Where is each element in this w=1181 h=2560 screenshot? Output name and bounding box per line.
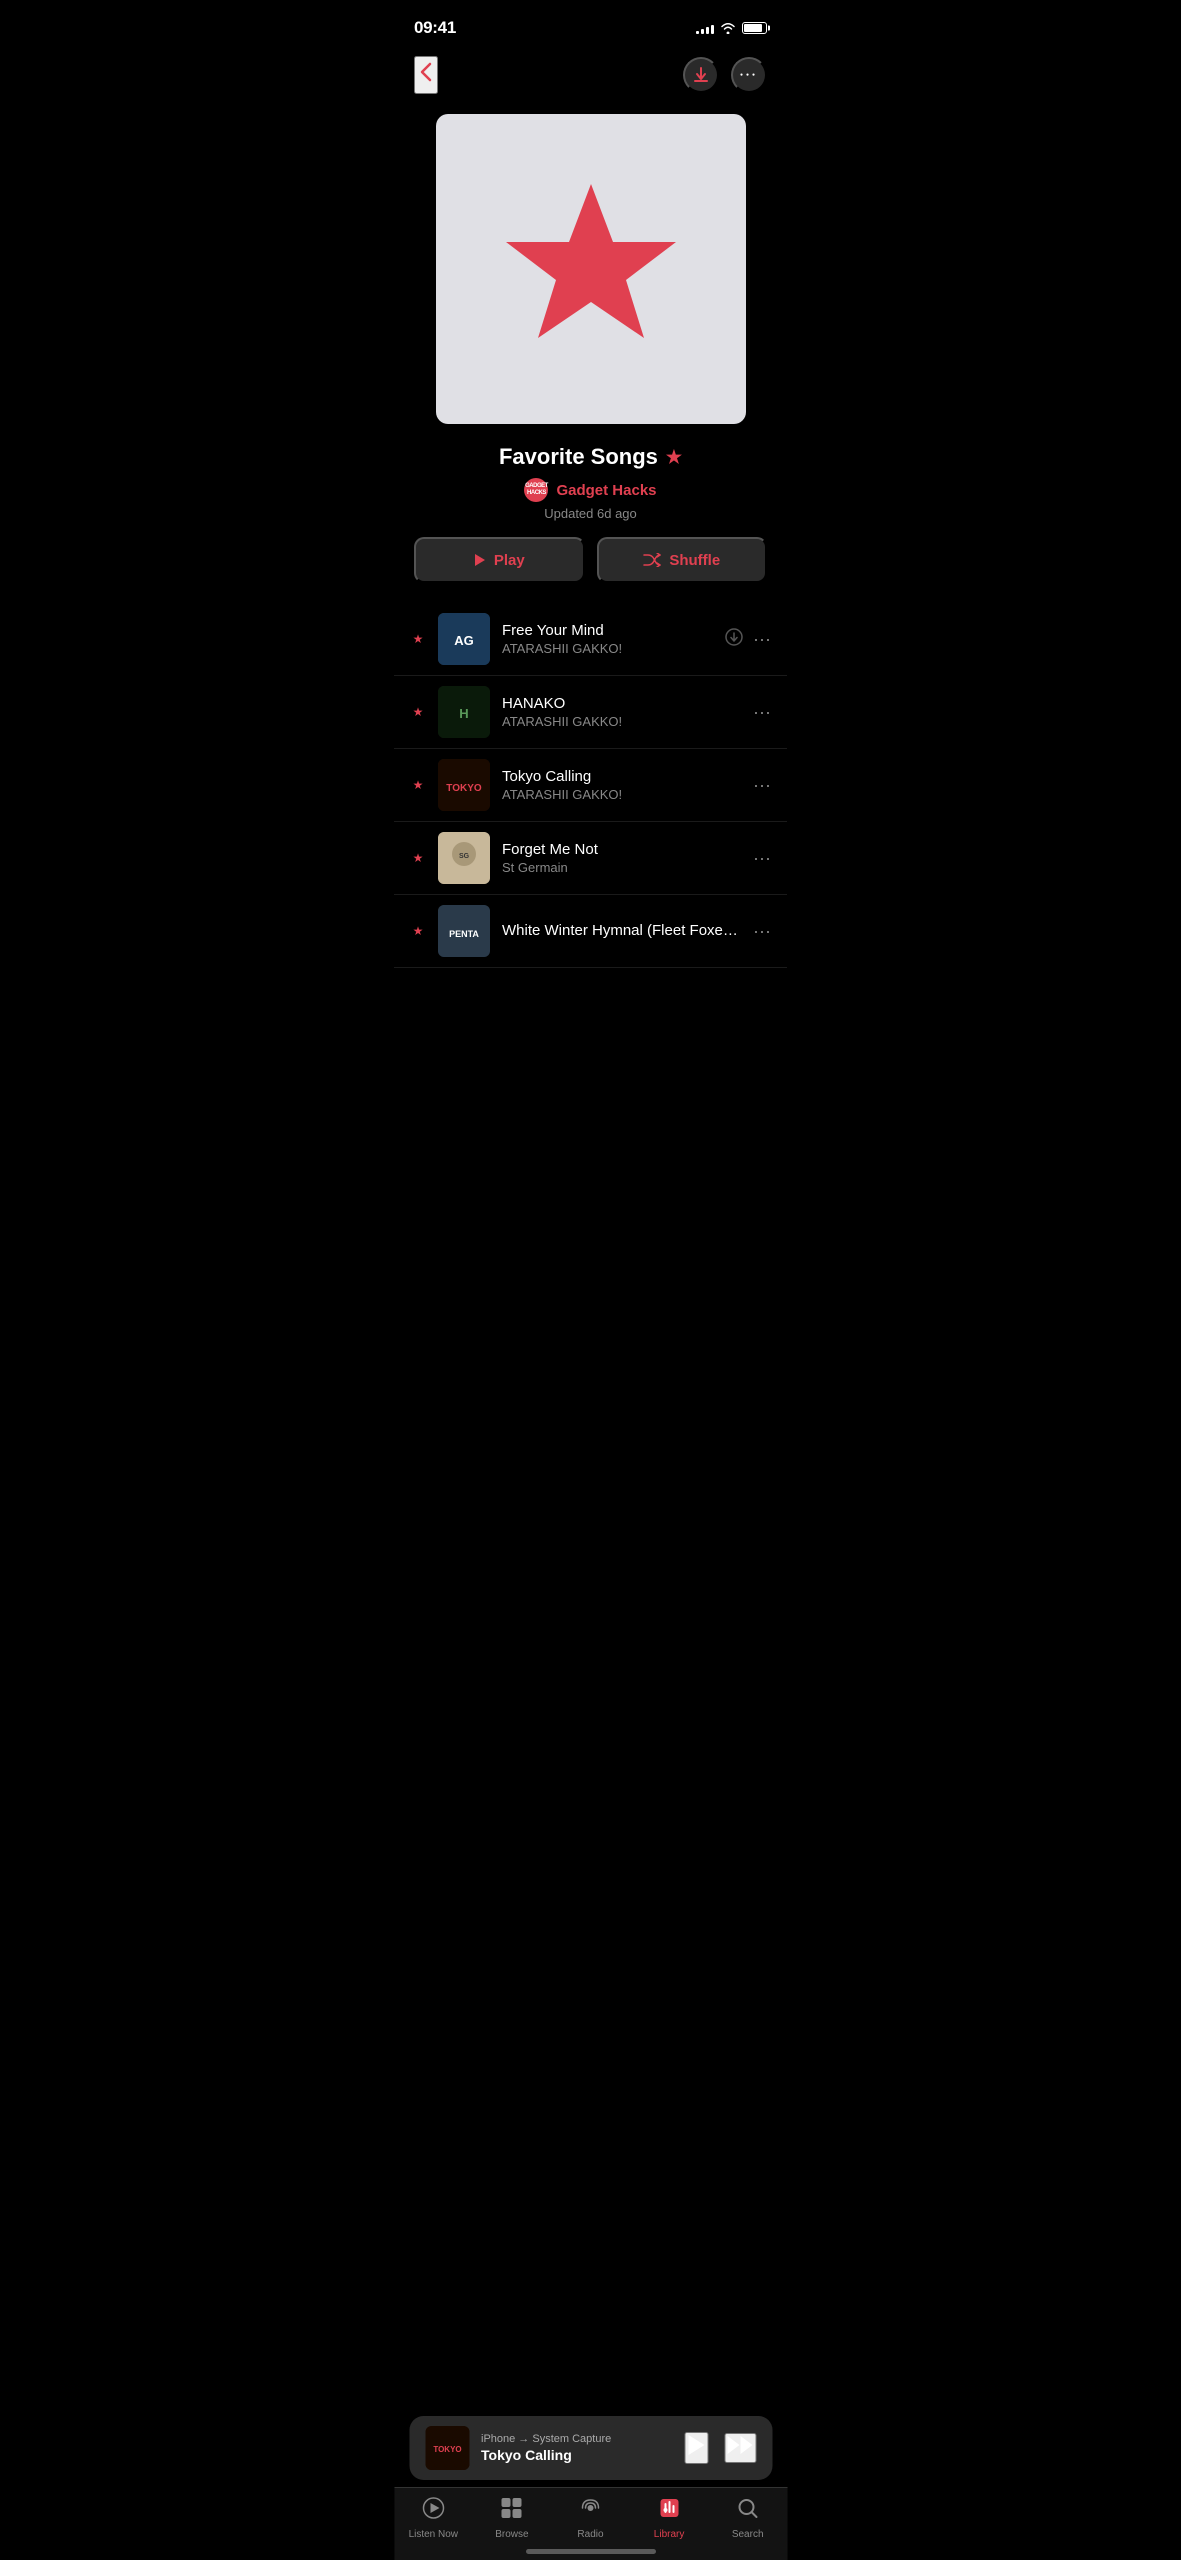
library-icon	[657, 2496, 681, 2526]
nav-actions: ●●●	[683, 57, 767, 93]
table-row[interactable]: ★ SG Forget Me Not St Germain ···	[394, 822, 787, 895]
svg-text:SG: SG	[459, 853, 470, 860]
playlist-star-icon: ★	[666, 447, 682, 468]
search-icon	[736, 2496, 760, 2526]
status-bar: 09:41	[394, 0, 787, 48]
battery-icon	[742, 22, 767, 34]
table-row[interactable]: ★ H HANAKO ATARASHII GAKKO! ···	[394, 676, 787, 749]
song-actions: ···	[753, 848, 771, 869]
album-art	[436, 114, 746, 424]
author-name[interactable]: Gadget Hacks	[556, 482, 656, 499]
song-info: HANAKO ATARASHII GAKKO!	[502, 695, 741, 729]
song-list: ★ AG Free Your Mind ATARASHII GAKKO! ···…	[394, 603, 787, 968]
tab-search[interactable]: Search	[718, 2496, 778, 2540]
song-download-icon[interactable]	[725, 628, 743, 651]
song-more-icon[interactable]: ···	[753, 848, 771, 869]
song-star-icon: ★	[410, 778, 426, 792]
tab-browse[interactable]: Browse	[482, 2496, 542, 2540]
svg-text:H: H	[459, 706, 468, 721]
song-info: White Winter Hymnal (Fleet Foxes Cover)	[502, 922, 741, 941]
song-more-icon[interactable]: ···	[753, 702, 771, 723]
song-info: Tokyo Calling ATARASHII GAKKO!	[502, 768, 741, 802]
back-button[interactable]	[414, 56, 438, 94]
song-actions: ···	[725, 628, 771, 651]
playlist-updated: Updated 6d ago	[414, 506, 767, 521]
tab-browse-label: Browse	[495, 2529, 528, 2540]
song-more-icon[interactable]: ···	[753, 629, 771, 650]
song-actions: ···	[753, 921, 771, 942]
song-thumbnail: PENTA	[438, 905, 490, 957]
listen-now-icon	[421, 2496, 445, 2526]
mini-player[interactable]: TOKYO iPhone → System Capture Tokyo Call…	[409, 2416, 772, 2480]
song-artist: ATARASHII GAKKO!	[502, 714, 741, 729]
song-more-icon[interactable]: ···	[753, 921, 771, 942]
star-artwork	[491, 174, 691, 364]
song-artist: ATARASHII GAKKO!	[502, 641, 713, 656]
shuffle-button[interactable]: Shuffle	[597, 537, 768, 583]
song-more-icon[interactable]: ···	[753, 775, 771, 796]
tab-listen-now-label: Listen Now	[409, 2529, 458, 2540]
tab-radio[interactable]: Radio	[560, 2496, 620, 2540]
author-badge: GADGETHACKS	[524, 478, 548, 502]
more-options-button[interactable]: ●●●	[731, 57, 767, 93]
song-thumbnail: TOKYO	[438, 759, 490, 811]
tab-library[interactable]: Library	[639, 2496, 699, 2540]
table-row[interactable]: ★ PENTA White Winter Hymnal (Fleet Foxes…	[394, 895, 787, 968]
album-art-container	[394, 102, 787, 440]
song-thumbnail: AG	[438, 613, 490, 665]
nav-bar: ●●●	[394, 48, 787, 102]
song-title: Free Your Mind	[502, 622, 713, 639]
song-artist: St Germain	[502, 860, 741, 875]
download-button[interactable]	[683, 57, 719, 93]
song-artist: ATARASHII GAKKO!	[502, 787, 741, 802]
status-icons	[696, 22, 767, 34]
song-info: Free Your Mind ATARASHII GAKKO!	[502, 622, 713, 656]
signal-icon	[696, 22, 714, 34]
action-buttons: Play Shuffle	[394, 537, 787, 603]
song-info: Forget Me Not St Germain	[502, 841, 741, 875]
song-star-icon: ★	[410, 632, 426, 646]
song-star-icon: ★	[410, 924, 426, 938]
mini-player-controls	[684, 2432, 756, 2464]
song-title: Tokyo Calling	[502, 768, 741, 785]
radio-icon	[578, 2496, 602, 2526]
tab-library-label: Library	[654, 2529, 685, 2540]
playlist-title: Favorite Songs ★	[414, 444, 767, 470]
song-title: Forget Me Not	[502, 841, 741, 858]
home-indicator	[526, 2549, 656, 2554]
table-row[interactable]: ★ TOKYO Tokyo Calling ATARASHII GAKKO! ·…	[394, 749, 787, 822]
mini-player-thumbnail: TOKYO	[425, 2426, 469, 2470]
tab-search-label: Search	[732, 2529, 764, 2540]
song-title: White Winter Hymnal (Fleet Foxes Cover)	[502, 922, 741, 939]
playlist-author: GADGETHACKS Gadget Hacks	[414, 478, 767, 502]
mini-player-title: Tokyo Calling	[481, 2447, 672, 2463]
song-actions: ···	[753, 702, 771, 723]
mini-player-info: iPhone → System Capture Tokyo Calling	[481, 2433, 672, 2463]
song-thumbnail: H	[438, 686, 490, 738]
browse-icon	[500, 2496, 524, 2526]
song-title: HANAKO	[502, 695, 741, 712]
song-actions: ···	[753, 775, 771, 796]
mini-forward-button[interactable]	[724, 2433, 756, 2463]
mini-play-button[interactable]	[684, 2432, 708, 2464]
status-time: 09:41	[414, 18, 456, 38]
svg-text:PENTA: PENTA	[449, 929, 479, 939]
mini-player-source: iPhone → System Capture	[481, 2433, 672, 2445]
song-thumbnail: SG	[438, 832, 490, 884]
wifi-icon	[720, 22, 736, 34]
tab-radio-label: Radio	[577, 2529, 603, 2540]
svg-text:TOKYO: TOKYO	[433, 2445, 461, 2454]
song-star-icon: ★	[410, 851, 426, 865]
table-row[interactable]: ★ AG Free Your Mind ATARASHII GAKKO! ···	[394, 603, 787, 676]
svg-text:AG: AG	[454, 633, 474, 648]
play-button[interactable]: Play	[414, 537, 585, 583]
tab-listen-now[interactable]: Listen Now	[403, 2496, 463, 2540]
svg-text:TOKYO: TOKYO	[446, 783, 482, 794]
playlist-info: Favorite Songs ★ GADGETHACKS Gadget Hack…	[394, 440, 787, 537]
song-star-icon: ★	[410, 705, 426, 719]
